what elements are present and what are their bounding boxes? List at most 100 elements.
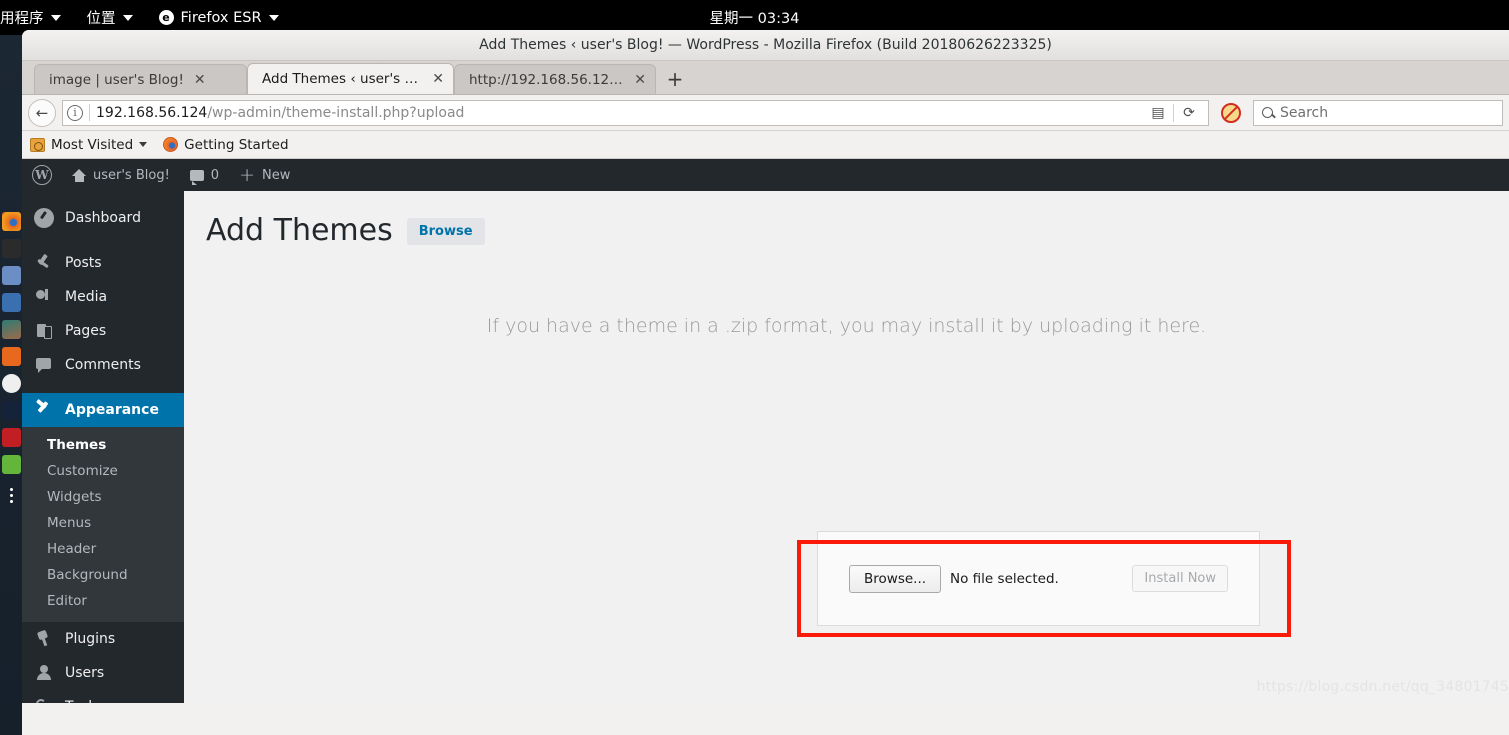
bookmark-label: Most Visited [51, 136, 134, 153]
pages-icon [34, 321, 54, 341]
dock-image-viewer-icon[interactable] [1, 320, 21, 339]
sidebar-item-tools[interactable]: Tools [22, 690, 184, 703]
site-name-label: user's Blog! [93, 167, 170, 183]
new-content-menu[interactable]: + New [229, 159, 300, 191]
comments-icon [34, 355, 54, 375]
search-bar[interactable]: Search [1253, 99, 1503, 126]
sidebar-item-pages[interactable]: Pages [22, 314, 184, 348]
tab-raw-url[interactable]: http://192.168.56.124/w... ✕ [454, 64, 656, 94]
sidebar-item-appearance[interactable]: Appearance [22, 393, 184, 427]
reload-icon[interactable]: ⟳ [1174, 101, 1204, 125]
dock-zenmap-icon[interactable] [1, 428, 21, 447]
tab-label: http://192.168.56.124/w... [469, 71, 624, 88]
wp-body: Dashboard Posts Media Pages Comments App… [22, 191, 1509, 703]
site-name-menu[interactable]: user's Blog! [62, 159, 180, 191]
submenu-item-background[interactable]: Background [22, 562, 184, 588]
search-icon [1262, 107, 1273, 118]
sidebar-item-label: Dashboard [65, 210, 141, 226]
firefox-icon [163, 137, 179, 152]
upload-intro-text: If you have a theme in a .zip format, yo… [486, 315, 1207, 337]
file-status-label: No file selected. [950, 570, 1059, 587]
sidebar-item-posts[interactable]: Posts [22, 246, 184, 280]
navigation-toolbar: ← i 192.168.56.124/wp-admin/theme-instal… [22, 95, 1509, 131]
submenu-item-header[interactable]: Header [22, 536, 184, 562]
tab-add-themes[interactable]: Add Themes ‹ user's Blog... ✕ [247, 63, 454, 94]
browse-themes-button[interactable]: Browse [406, 217, 485, 245]
close-icon[interactable]: ✕ [194, 73, 206, 87]
bookmark-most-visited[interactable]: Most Visited [30, 136, 148, 153]
firefox-window: Add Themes ‹ user's Blog! — WordPress - … [22, 30, 1509, 735]
sidebar-item-label: Plugins [65, 631, 116, 647]
submenu-item-editor[interactable]: Editor [22, 588, 184, 614]
noscript-blocked-icon[interactable] [1221, 102, 1241, 123]
chevron-down-icon [50, 14, 61, 21]
tab-label: image | user's Blog! [49, 71, 184, 88]
dock-terminal-icon[interactable] [1, 239, 21, 258]
reader-view-icon[interactable]: ▤ [1143, 101, 1173, 125]
url-bar-actions: ▤ ⟳ [1143, 101, 1204, 125]
watermark: https://blog.csdn.net/qq_34801745 [1256, 679, 1509, 695]
sidebar-item-label: Pages [65, 323, 107, 339]
firefox-menu-label: Firefox ESR [180, 9, 262, 26]
page-title: Add Themes [206, 213, 393, 248]
screen: 用程序 位置 e Firefox ESR 星期一 03:34 Add Theme… [0, 0, 1509, 735]
wp-main-content: Add Themes Browse If you have a theme in… [184, 191, 1509, 703]
window-title: Add Themes ‹ user's Blog! — WordPress - … [22, 30, 1509, 61]
url-host: 192.168.56.124 [96, 104, 208, 121]
close-icon[interactable]: ✕ [432, 72, 444, 86]
url-path: /wp-admin/theme-install.php?upload [207, 104, 465, 121]
sidebar-item-users[interactable]: Users [22, 656, 184, 690]
firefox-icon: e [158, 10, 174, 25]
sidebar-item-media[interactable]: Media [22, 280, 184, 314]
dock-firefox-icon[interactable] [1, 212, 21, 231]
site-info-icon[interactable]: i [67, 104, 83, 121]
search-placeholder: Search [1280, 104, 1329, 121]
tools-wrench-icon [34, 697, 54, 703]
close-icon[interactable]: ✕ [634, 73, 646, 87]
tab-image-users-blog[interactable]: image | user's Blog! ✕ [34, 64, 247, 94]
url-text: 192.168.56.124/wp-admin/theme-install.ph… [96, 105, 1137, 121]
sidebar-item-label: Tools [65, 699, 100, 703]
dock-files-icon[interactable] [1, 266, 21, 285]
posts-pin-icon [34, 253, 54, 273]
comment-count: 0 [210, 167, 220, 183]
sidebar-item-comments[interactable]: Comments [22, 348, 184, 382]
appearance-submenu: Themes Customize Widgets Menus Header Ba… [22, 427, 184, 622]
comment-bubble-icon [189, 169, 204, 185]
sidebar-item-label: Media [65, 289, 108, 305]
wp-logo-menu[interactable]: W [22, 159, 62, 191]
install-now-button[interactable]: Install Now [1132, 565, 1228, 592]
chevron-down-icon [122, 14, 133, 21]
dock-notes-icon[interactable] [1, 455, 21, 474]
sidebar-item-plugins[interactable]: Plugins [22, 622, 184, 656]
submenu-item-themes[interactable]: Themes [22, 432, 184, 458]
bookmark-label: Getting Started [184, 136, 289, 153]
users-icon [34, 663, 54, 683]
wp-admin-bar: W user's Blog! 0 + New [22, 159, 1509, 191]
media-icon [34, 287, 54, 307]
sidebar-item-dashboard[interactable]: Dashboard [22, 201, 184, 235]
dock-archive-manager-icon[interactable] [1, 293, 21, 312]
tab-label: Add Themes ‹ user's Blog... [262, 71, 422, 87]
submenu-item-widgets[interactable]: Widgets [22, 484, 184, 510]
submenu-item-menus[interactable]: Menus [22, 510, 184, 536]
divider [89, 104, 90, 121]
url-bar[interactable]: i 192.168.56.124/wp-admin/theme-install.… [62, 99, 1209, 126]
bookmark-getting-started[interactable]: Getting Started [163, 136, 289, 153]
dock-disks-icon[interactable] [1, 374, 21, 393]
plus-icon: + [239, 163, 255, 186]
comments-bubble[interactable]: 0 [180, 159, 229, 191]
page-header: Add Themes Browse [206, 213, 1509, 249]
submenu-item-customize[interactable]: Customize [22, 458, 184, 484]
home-icon [72, 168, 86, 182]
browse-file-button[interactable]: Browse... [849, 564, 942, 593]
upload-row: Browse... No file selected. Install Now [818, 564, 1259, 593]
new-tab-button[interactable]: + [660, 64, 690, 94]
tab-strip: image | user's Blog! ✕ Add Themes ‹ user… [22, 61, 1509, 95]
wp-admin-menu: Dashboard Posts Media Pages Comments App… [22, 191, 184, 703]
dock-overflow-icon[interactable] [9, 488, 13, 503]
dock-text-editor-icon[interactable] [1, 347, 21, 366]
new-label: New [261, 167, 291, 183]
back-button[interactable]: ← [28, 98, 56, 127]
dock-burpsuite-icon[interactable] [1, 401, 21, 420]
